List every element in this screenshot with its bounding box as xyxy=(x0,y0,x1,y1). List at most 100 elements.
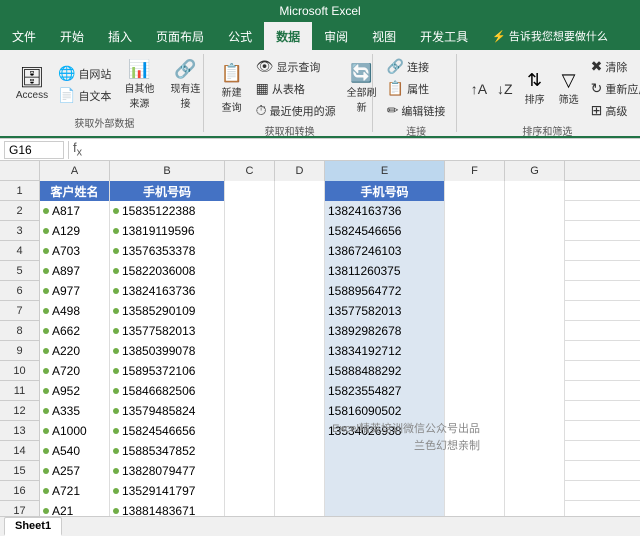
cell[interactable]: 13867246103 xyxy=(325,241,445,261)
row-header[interactable]: 14 xyxy=(0,441,39,461)
cell[interactable] xyxy=(445,241,505,261)
cell[interactable] xyxy=(505,281,565,301)
reapply-button[interactable]: ↻ 重新应用 xyxy=(587,78,640,99)
cell[interactable] xyxy=(445,441,505,461)
edit-links-button[interactable]: ✏ 编辑链接 xyxy=(383,100,450,121)
tab-layout[interactable]: 页面布局 xyxy=(144,22,216,50)
cell[interactable]: 15895372106 xyxy=(110,361,225,381)
tab-developer[interactable]: 开发工具 xyxy=(408,22,480,50)
cell[interactable]: A721 xyxy=(40,481,110,501)
cell[interactable]: A220 xyxy=(40,341,110,361)
cell[interactable]: A498 xyxy=(40,301,110,321)
row-header[interactable]: 9 xyxy=(0,341,39,361)
cell[interactable] xyxy=(445,221,505,241)
cell[interactable]: 13881483671 xyxy=(110,501,225,516)
cell[interactable] xyxy=(505,401,565,421)
cell[interactable]: A703 xyxy=(40,241,110,261)
cell[interactable] xyxy=(505,321,565,341)
cell[interactable] xyxy=(275,241,325,261)
cell[interactable] xyxy=(325,501,445,516)
cell[interactable] xyxy=(445,261,505,281)
cell[interactable]: A129 xyxy=(40,221,110,241)
cell[interactable] xyxy=(505,181,565,201)
tab-help[interactable]: ⚡ 告诉我您想要做什么 xyxy=(480,22,620,50)
cell[interactable]: A720 xyxy=(40,361,110,381)
cell[interactable] xyxy=(505,221,565,241)
formula-input[interactable] xyxy=(86,143,636,157)
recent-sources-button[interactable]: ⏱ 最近使用的源 xyxy=(252,100,340,121)
cell[interactable] xyxy=(225,401,275,421)
cell[interactable] xyxy=(225,201,275,221)
cell[interactable]: A662 xyxy=(40,321,110,341)
tab-review[interactable]: 审阅 xyxy=(312,22,360,50)
cell[interactable] xyxy=(225,421,275,441)
cell[interactable]: 13850399078 xyxy=(110,341,225,361)
cell[interactable]: 13529141797 xyxy=(110,481,225,501)
cell[interactable] xyxy=(225,221,275,241)
cell[interactable] xyxy=(275,401,325,421)
cell[interactable] xyxy=(225,301,275,321)
cell[interactable] xyxy=(445,481,505,501)
tab-formula[interactable]: 公式 xyxy=(216,22,264,50)
row-header[interactable]: 5 xyxy=(0,261,39,281)
refresh-all-button[interactable]: 🔄 全部刷新 xyxy=(342,62,382,116)
cell[interactable] xyxy=(225,241,275,261)
row-header[interactable]: 10 xyxy=(0,361,39,381)
show-query-button[interactable]: 👁 显示查询 xyxy=(252,56,340,77)
filter-button[interactable]: ▽ 筛选 xyxy=(553,69,585,108)
tab-home[interactable]: 开始 xyxy=(48,22,96,50)
col-header-f[interactable]: F xyxy=(445,161,505,181)
cell[interactable] xyxy=(275,221,325,241)
cell[interactable] xyxy=(445,461,505,481)
cell[interactable]: 13577582013 xyxy=(110,321,225,341)
cell[interactable]: 15823554827 xyxy=(325,381,445,401)
tab-insert[interactable]: 插入 xyxy=(96,22,144,50)
cell[interactable] xyxy=(445,341,505,361)
access-button[interactable]: 🗄 Access xyxy=(12,66,52,103)
cell[interactable]: 13577582013 xyxy=(325,301,445,321)
cell[interactable] xyxy=(325,481,445,501)
row-header[interactable]: 4 xyxy=(0,241,39,261)
cell[interactable] xyxy=(225,381,275,401)
cell[interactable]: 13828079477 xyxy=(110,461,225,481)
cell[interactable] xyxy=(225,261,275,281)
sort-desc-button[interactable]: ↓Z xyxy=(493,79,517,99)
cell[interactable] xyxy=(225,441,275,461)
sheet-tab-sheet1[interactable]: Sheet1 xyxy=(4,517,62,536)
cell[interactable]: 13585290109 xyxy=(110,301,225,321)
web-button[interactable]: 🌐 自网站 xyxy=(54,63,115,84)
cell[interactable] xyxy=(275,181,325,201)
cell[interactable] xyxy=(275,201,325,221)
cell[interactable] xyxy=(225,181,275,201)
cell[interactable] xyxy=(505,241,565,261)
new-query-button[interactable]: 📋 新建查询 xyxy=(214,62,250,116)
cell[interactable] xyxy=(505,501,565,516)
cell[interactable]: 13576353378 xyxy=(110,241,225,261)
row-header[interactable]: 1 xyxy=(0,181,39,201)
cell[interactable] xyxy=(275,421,325,441)
from-table-button[interactable]: ▦ 从表格 xyxy=(252,78,340,99)
existing-connections-button[interactable]: 🔗 现有连接 xyxy=(163,58,207,112)
clear-button[interactable]: ✖ 清除 xyxy=(587,56,640,77)
cell[interactable]: A817 xyxy=(40,201,110,221)
row-header[interactable]: 3 xyxy=(0,221,39,241)
cell[interactable] xyxy=(505,361,565,381)
cell[interactable] xyxy=(275,261,325,281)
cell[interactable] xyxy=(275,361,325,381)
cell[interactable] xyxy=(445,321,505,341)
cell[interactable]: A540 xyxy=(40,441,110,461)
cell[interactable] xyxy=(505,301,565,321)
row-header[interactable]: 7 xyxy=(0,301,39,321)
col-header-e[interactable]: E xyxy=(325,161,445,181)
cell[interactable]: 13824163736 xyxy=(325,201,445,221)
other-sources-button[interactable]: 📊 自其他来源 xyxy=(117,58,161,112)
advanced-button[interactable]: ⊞ 高级 xyxy=(587,100,640,121)
cell[interactable] xyxy=(505,261,565,281)
cell[interactable]: 15888488292 xyxy=(325,361,445,381)
cell[interactable] xyxy=(445,301,505,321)
row-header[interactable]: 13 xyxy=(0,421,39,441)
cell[interactable] xyxy=(225,481,275,501)
cell[interactable] xyxy=(225,321,275,341)
cell[interactable] xyxy=(275,321,325,341)
cell[interactable]: A335 xyxy=(40,401,110,421)
